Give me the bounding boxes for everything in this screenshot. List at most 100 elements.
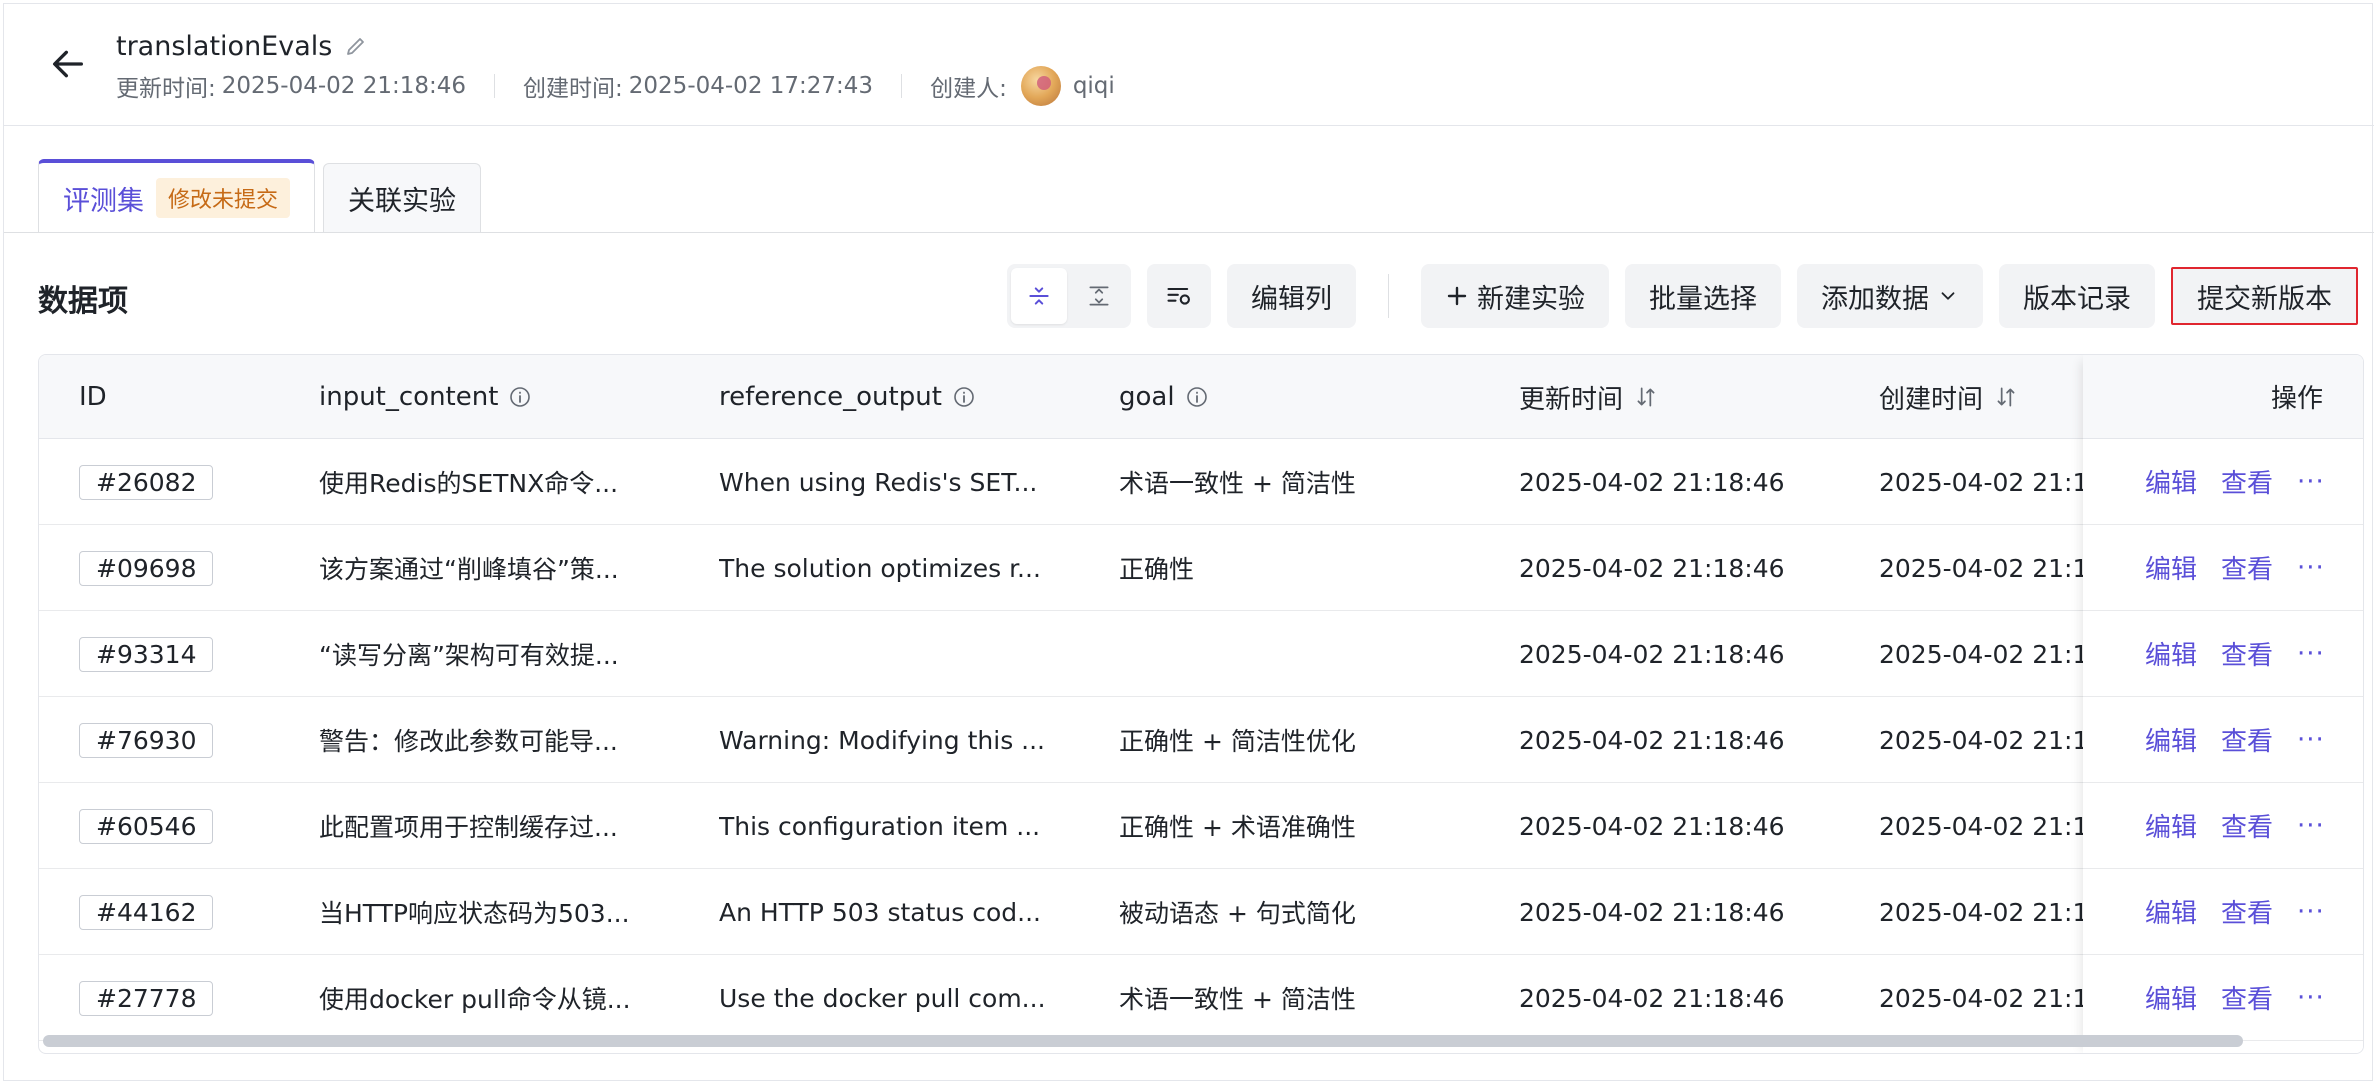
button-label: 批量选择 [1649,283,1757,315]
row-id: #27778 [79,980,214,1016]
filter-settings-button[interactable] [1147,264,1211,328]
column-header-updated-at[interactable]: 更新时间 [1519,355,1659,439]
cell-updated: 2025-04-02 21:18:46 [1519,811,1785,841]
button-label: 版本记录 [2023,283,2131,315]
sort-icon[interactable] [1633,384,1659,410]
view-link[interactable]: 查看 [2221,807,2273,844]
tab-divider [4,232,2374,233]
more-icon[interactable]: ··· [2297,467,2325,497]
cell-updated: 2025-04-02 21:18:46 [1519,639,1785,669]
edit-link[interactable]: 编辑 [2145,893,2197,930]
batch-select-button[interactable]: 批量选择 [1625,264,1781,328]
view-link[interactable]: 查看 [2221,893,2273,930]
compact-rows-button[interactable] [1011,268,1067,324]
table-row[interactable]: #60546 此配置项用于控制缓存过... This configuration… [39,783,2363,869]
button-label: 添加数据 [1821,283,1929,315]
cell-reference: This configuration item ... [719,811,1041,841]
table-row[interactable]: #09698 该方案通过“削峰填谷”策... The solution opti… [39,525,2363,611]
column-header-created-at[interactable]: 创建时间 [1879,355,2019,439]
more-icon[interactable]: ··· [2297,725,2325,755]
cell-created: 2025-04-02 21:1 [1879,725,2089,755]
cell-goal [1119,611,1499,697]
cell-reference: When using Redis's SET... [719,467,1038,497]
edit-link[interactable]: 编辑 [2145,721,2197,758]
view-link[interactable]: 查看 [2221,549,2273,586]
status-badge: 修改未提交 [156,178,291,218]
toolbar-divider [1388,274,1389,318]
horizontal-scrollbar[interactable] [43,1035,2243,1047]
edit-link[interactable]: 编辑 [2145,549,2197,586]
submit-version-button[interactable]: 提交新版本 [2171,267,2358,325]
actions-column: 操作 编辑 查看 ··· 编辑 查看 ··· 编辑 查看 ··· 编辑 查看 ·… [2083,355,2363,1053]
version-history-button[interactable]: 版本记录 [1999,264,2155,328]
cell-input: 使用Redis的SETNX命令... [319,469,619,498]
new-experiment-button[interactable]: 新建实验 [1421,264,1609,328]
view-link[interactable]: 查看 [2221,635,2273,672]
more-icon[interactable]: ··· [2297,897,2325,927]
edit-link[interactable]: 编辑 [2145,463,2197,500]
cell-updated: 2025-04-02 21:18:46 [1519,983,1785,1013]
column-header-id: ID [79,382,107,412]
back-button[interactable] [44,40,92,88]
meta-divider [494,74,496,98]
cell-goal: 正确性 + 简洁性优化 [1119,727,1356,756]
app-frame: translationEvals 更新时间: 2025-04-02 21:18:… [3,3,2374,1081]
cell-input: 警告：修改此参数可能导... [319,727,618,756]
cell-goal: 正确性 + 术语准确性 [1119,813,1356,842]
view-link[interactable]: 查看 [2221,721,2273,758]
view-link[interactable]: 查看 [2221,463,2273,500]
edit-title-button[interactable] [344,34,368,58]
row-id: #26082 [79,464,214,500]
view-link[interactable]: 查看 [2221,979,2273,1016]
table-row[interactable]: #44162 当HTTP响应状态码为503... An HTTP 503 sta… [39,869,2363,955]
info-icon[interactable] [508,385,532,409]
row-actions: 编辑 查看 ··· [2083,783,2363,869]
table-header: ID input_content reference_output goal 更… [39,355,2363,439]
more-icon[interactable]: ··· [2297,811,2325,841]
edit-link[interactable]: 编辑 [2145,635,2197,672]
tab-eval-set[interactable]: 评测集 修改未提交 [38,159,316,233]
column-header-reference-output: reference_output [719,355,976,439]
info-icon[interactable] [952,385,976,409]
meta-divider [901,74,903,98]
cell-goal: 正确性 [1119,555,1195,584]
edit-link[interactable]: 编辑 [2145,807,2197,844]
cell-created: 2025-04-02 21:1 [1879,983,2089,1013]
cell-reference: Use the docker pull com... [719,983,1046,1013]
row-actions: 编辑 查看 ··· [2083,869,2363,955]
expand-rows-icon [1089,286,1109,306]
edit-link[interactable]: 编辑 [2145,979,2197,1016]
cell-goal: 被动语态 + 句式简化 [1119,899,1356,928]
more-icon[interactable]: ··· [2297,983,2325,1013]
edit-columns-button[interactable]: 编辑列 [1227,264,1356,328]
table-row[interactable]: #26082 使用Redis的SETNX命令... When using Red… [39,439,2363,525]
cell-created: 2025-04-02 21:1 [1879,897,2089,927]
table-row[interactable]: #76930 警告：修改此参数可能导... Warning: Modifying… [39,697,2363,783]
cell-input: 此配置项用于控制缓存过... [319,813,618,842]
created-label: 创建时间: [523,76,623,102]
add-data-dropdown[interactable]: 添加数据 [1797,264,1983,328]
column-header-actions: 操作 [2083,355,2363,439]
row-id: #09698 [79,550,214,586]
avatar [1020,66,1061,106]
created-value: 2025-04-02 17:27:43 [628,73,874,99]
expand-rows-button[interactable] [1071,268,1127,324]
cell-input: “读写分离”架构可有效提... [319,641,619,670]
sort-icon[interactable] [1993,384,2019,410]
row-id: #60546 [79,808,214,844]
row-actions: 编辑 查看 ··· [2083,697,2363,783]
tab-bar: 评测集 修改未提交 关联实验 [38,159,482,233]
table-row[interactable]: #93314 “读写分离”架构可有效提... 2025-04-02 21:18:… [39,611,2363,697]
more-icon[interactable]: ··· [2297,639,2325,669]
tab-linked-experiments[interactable]: 关联实验 [323,163,482,233]
more-icon[interactable]: ··· [2297,553,2325,583]
info-icon[interactable] [1185,385,1209,409]
table-row[interactable]: #27778 使用docker pull命令从镜... Use the dock… [39,955,2363,1041]
toolbar: 编辑列 新建实验 批量选择 添加数据 版本记录 提交新版本 [1007,264,2358,328]
cell-goal: 术语一致性 + 简洁性 [1119,469,1356,498]
cell-reference: The solution optimizes r... [719,553,1041,583]
data-table: ID input_content reference_output goal 更… [38,354,2364,1054]
column-header-goal: goal [1119,355,1209,439]
row-actions: 编辑 查看 ··· [2083,955,2363,1041]
cell-goal: 术语一致性 + 简洁性 [1119,985,1356,1014]
